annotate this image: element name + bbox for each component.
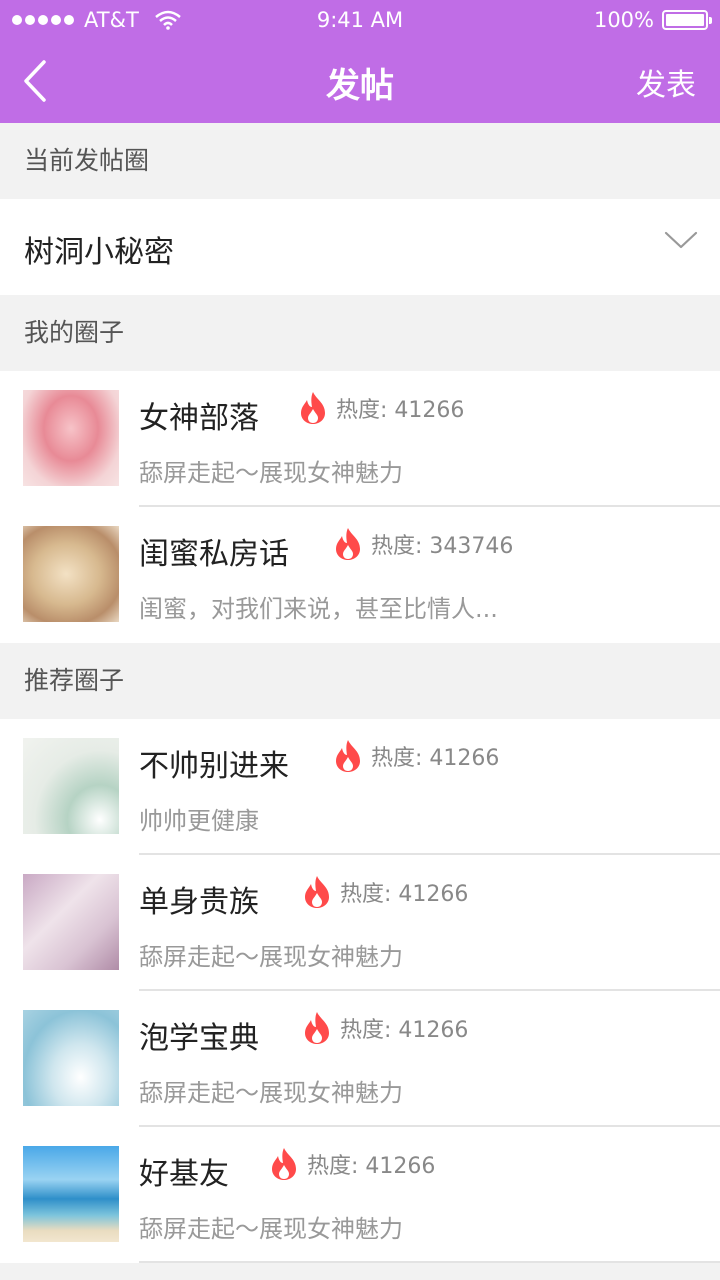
battery-icon bbox=[662, 10, 712, 30]
heat-indicator: 热度: 41266 bbox=[333, 739, 499, 773]
flame-icon bbox=[305, 876, 329, 908]
circle-item[interactable]: 不帅别进来 热度: 41266 帅帅更健康 bbox=[0, 719, 720, 855]
heat-indicator: 热度: 41266 bbox=[302, 875, 468, 909]
circle-description: 闺蜜，对我们来说，甚至比情人... bbox=[139, 595, 498, 623]
heat-value: 热度: 41266 bbox=[340, 1018, 469, 1043]
divider bbox=[139, 1261, 720, 1263]
recommended-list: 不帅别进来 热度: 41266 帅帅更健康 单身贵族 热度: 41266 舔屏走… bbox=[0, 719, 720, 1263]
heat-indicator: 热度: 41266 bbox=[302, 1011, 468, 1045]
heat-indicator: 热度: 41266 bbox=[269, 1147, 435, 1181]
circle-item[interactable]: 闺蜜私房话 热度: 343746 闺蜜，对我们来说，甚至比情人... bbox=[0, 507, 720, 643]
flame-icon bbox=[336, 740, 360, 772]
circle-name: 单身贵族 bbox=[139, 885, 259, 920]
flame-icon bbox=[272, 1148, 296, 1180]
flame-icon bbox=[301, 392, 325, 424]
page-title: 发帖 bbox=[326, 66, 394, 106]
heat-indicator: 热度: 41266 bbox=[298, 391, 464, 425]
heat-value: 热度: 343746 bbox=[371, 534, 514, 559]
my-circles-header: 我的圈子 bbox=[0, 295, 720, 371]
circle-description: 帅帅更健康 bbox=[139, 807, 259, 835]
circle-avatar bbox=[23, 390, 119, 486]
nav-bar: 发帖 发表 bbox=[0, 40, 720, 123]
circle-item[interactable]: 好基友 热度: 41266 舔屏走起～展现女神魅力 bbox=[0, 1127, 720, 1263]
current-circle-header: 当前发帖圈 bbox=[0, 123, 720, 199]
circle-description: 舔屏走起～展现女神魅力 bbox=[139, 459, 403, 487]
heat-value: 热度: 41266 bbox=[336, 398, 465, 423]
flame-icon bbox=[336, 528, 360, 560]
circle-avatar bbox=[23, 526, 119, 622]
heat-value: 热度: 41266 bbox=[371, 746, 500, 771]
heat-value: 热度: 41266 bbox=[340, 882, 469, 907]
heat-value: 热度: 41266 bbox=[307, 1154, 436, 1179]
circle-item[interactable]: 女神部落 热度: 41266 舔屏走起～展现女神魅力 bbox=[0, 371, 720, 507]
circle-name: 不帅别进来 bbox=[139, 749, 289, 784]
circle-name: 女神部落 bbox=[139, 401, 259, 436]
circle-selector[interactable]: 树洞小秘密 bbox=[0, 199, 720, 295]
circle-description: 舔屏走起～展现女神魅力 bbox=[139, 943, 403, 971]
circle-avatar bbox=[23, 874, 119, 970]
circle-item[interactable]: 泡学宝典 热度: 41266 舔屏走起～展现女神魅力 bbox=[0, 991, 720, 1127]
battery-percent: 100% bbox=[593, 8, 654, 32]
circle-name: 泡学宝典 bbox=[139, 1021, 259, 1056]
status-bar: AT&T 9:41 AM 100% bbox=[0, 0, 720, 40]
selected-circle-name: 树洞小秘密 bbox=[24, 235, 174, 270]
circle-description: 舔屏走起～展现女神魅力 bbox=[139, 1215, 403, 1243]
circle-item[interactable]: 单身贵族 热度: 41266 舔屏走起～展现女神魅力 bbox=[0, 855, 720, 991]
recommended-header: 推荐圈子 bbox=[0, 643, 720, 719]
circle-description: 舔屏走起～展现女神魅力 bbox=[139, 1079, 403, 1107]
circle-name: 闺蜜私房话 bbox=[139, 537, 289, 572]
flame-icon bbox=[305, 1012, 329, 1044]
heat-indicator: 热度: 343746 bbox=[333, 527, 513, 561]
circle-avatar bbox=[23, 1010, 119, 1106]
my-circles-list: 女神部落 热度: 41266 舔屏走起～展现女神魅力 闺蜜私房话 热度: 343… bbox=[0, 371, 720, 643]
chevron-down-icon[interactable] bbox=[664, 229, 698, 253]
circle-name: 好基友 bbox=[139, 1157, 229, 1192]
circle-avatar bbox=[23, 738, 119, 834]
publish-button[interactable]: 发表 bbox=[636, 60, 696, 104]
circle-avatar bbox=[23, 1146, 119, 1242]
status-right: 100% bbox=[593, 8, 712, 32]
